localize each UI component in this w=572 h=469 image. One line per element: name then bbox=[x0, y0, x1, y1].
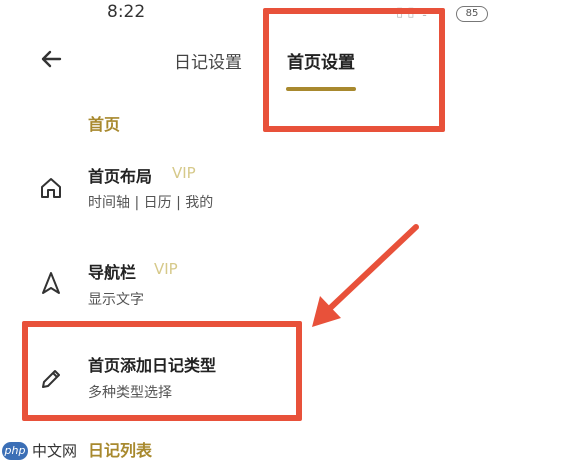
active-tab-indicator bbox=[286, 87, 356, 91]
home-icon bbox=[41, 178, 61, 198]
watermark-text: 中文网 bbox=[32, 442, 78, 460]
row-subtitle: 多种类型选择 bbox=[88, 385, 172, 401]
vip-badge: VIP bbox=[172, 164, 196, 182]
vip-badge: VIP bbox=[154, 260, 178, 278]
back-button[interactable] bbox=[36, 44, 66, 74]
tab-home-settings[interactable]: 首页设置 bbox=[287, 48, 355, 73]
status-bar: 8:22 ▯ ▯ ᯤ 85 bbox=[0, 0, 572, 26]
watermark: php 中文网 bbox=[2, 440, 77, 461]
settings-row-home-layout[interactable]: 首页布局 VIP 时间轴 | 日历 | 我的 bbox=[0, 150, 572, 230]
arrow-left-icon bbox=[41, 50, 62, 68]
row-subtitle: 显示文字 bbox=[88, 292, 144, 308]
battery-icon: 85 bbox=[456, 6, 488, 22]
watermark-logo: php bbox=[2, 441, 28, 460]
status-time: 8:22 bbox=[107, 2, 146, 22]
section-header-home: 首页 bbox=[88, 115, 121, 134]
settings-row-add-diary-type[interactable]: 首页添加日记类型 多种类型选择 bbox=[0, 340, 572, 420]
navigation-icon bbox=[42, 272, 60, 294]
row-subtitle: 时间轴 | 日历 | 我的 bbox=[88, 195, 214, 211]
row-title: 首页布局 bbox=[88, 167, 153, 186]
settings-row-navigation-bar[interactable]: 导航栏 VIP 显示文字 bbox=[0, 248, 572, 328]
pencil-icon bbox=[42, 370, 60, 388]
tab-diary-settings[interactable]: 日记设置 bbox=[174, 48, 242, 73]
row-title: 首页添加日记类型 bbox=[88, 356, 217, 375]
section-header-diary-list: 日记列表 bbox=[88, 441, 153, 460]
signal-icon: ▯ ▯ ᯤ bbox=[396, 5, 431, 20]
row-title: 导航栏 bbox=[88, 263, 137, 282]
